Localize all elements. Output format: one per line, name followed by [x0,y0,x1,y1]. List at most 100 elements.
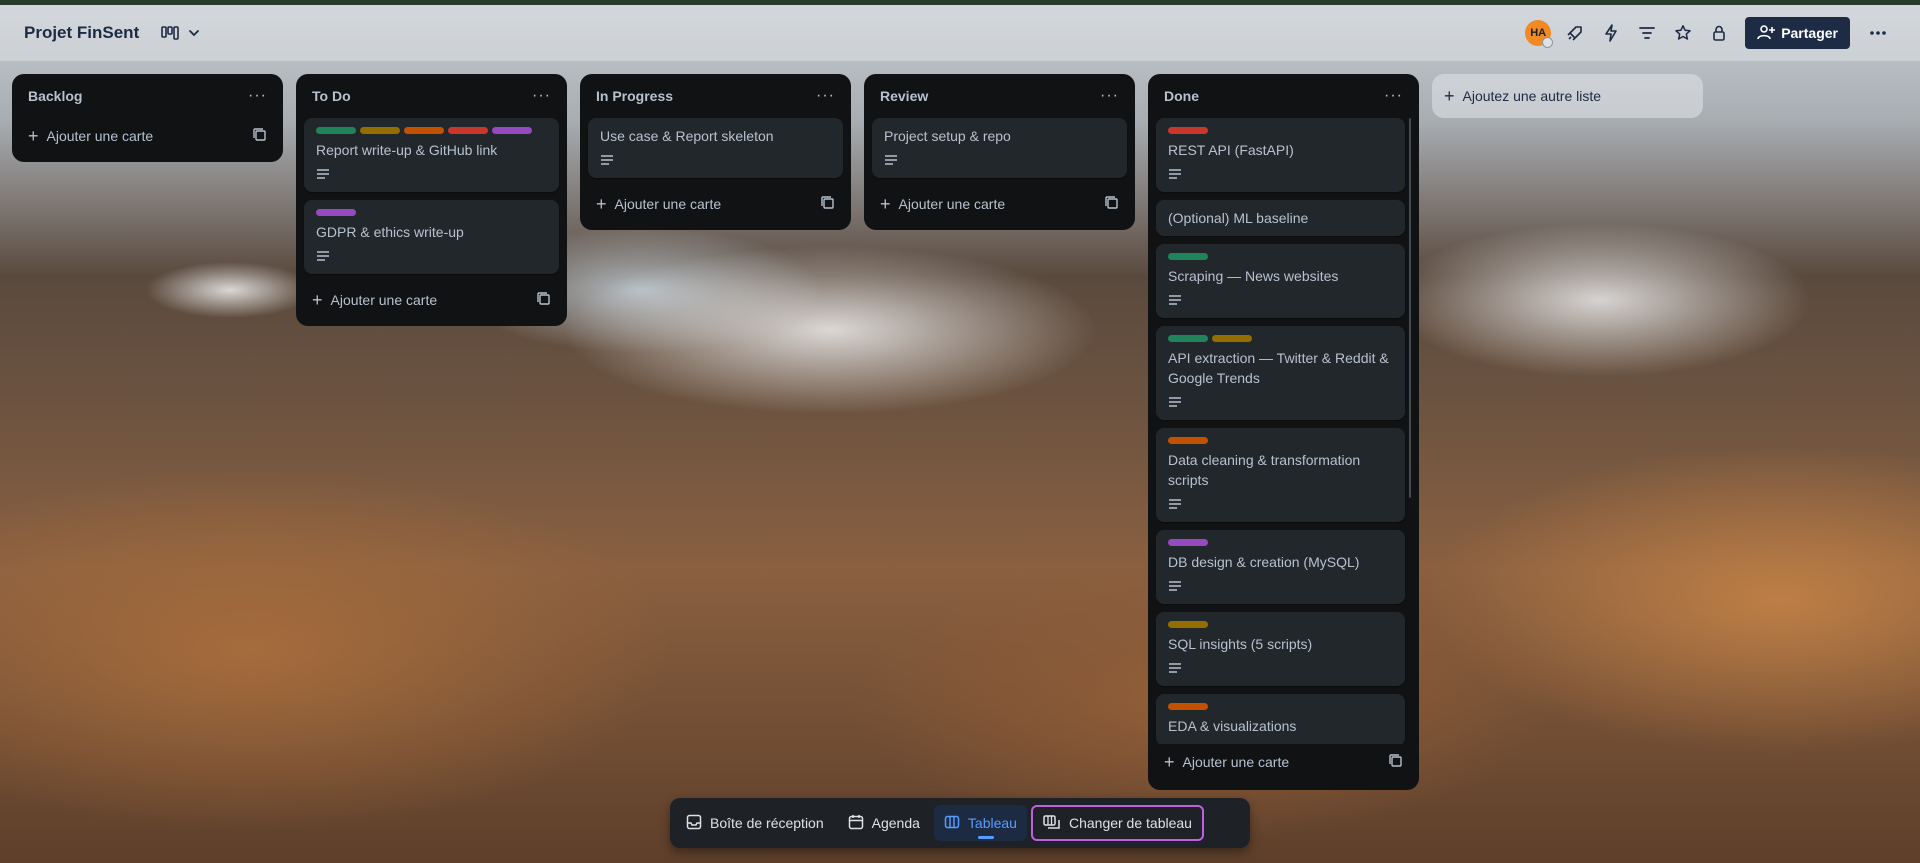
board-title[interactable]: Projet FinSent [24,23,139,43]
card-labels [316,209,547,216]
card-template-icon[interactable] [537,291,551,309]
add-card-button[interactable]: + Ajouter une carte [304,282,559,318]
inbox-icon [686,814,702,833]
card[interactable]: REST API (FastAPI) [1156,118,1405,192]
filter-icon[interactable] [1629,17,1665,49]
lock-icon[interactable] [1701,17,1737,49]
card-template-icon[interactable] [821,195,835,213]
list-title[interactable]: To Do [312,88,351,104]
card-labels [1168,621,1393,628]
card[interactable]: Scraping — News websites [1156,244,1405,318]
description-icon [316,248,547,264]
nav-planner[interactable]: Agenda [838,805,930,841]
nav-switch-board[interactable]: Changer de tableau [1030,805,1204,841]
plus-icon: + [596,194,607,214]
plus-icon: + [28,126,39,146]
description-icon [1168,578,1393,594]
list-done: Done ··· REST API (FastAPI) (Optional) M… [1148,74,1419,790]
share-button[interactable]: Partager [1745,17,1850,49]
add-card-button[interactable]: + Ajouter une carte [872,186,1127,222]
card-labels [1168,127,1393,134]
card-template-icon[interactable] [253,127,267,145]
label-red[interactable] [1168,127,1208,134]
label-purple[interactable] [1168,539,1208,546]
nav-board[interactable]: Tableau [933,805,1027,841]
label-orange[interactable] [1168,703,1208,710]
add-list-button[interactable]: + Ajoutez une autre liste [1432,74,1703,118]
card-title: (Optional) ML baseline [1168,210,1309,226]
card[interactable]: Data cleaning & transformation scripts [1156,428,1405,522]
share-label: Partager [1781,25,1838,41]
description-icon [600,152,831,168]
board-icon [944,814,960,833]
board-header: Projet FinSent HA Partager [0,5,1920,61]
card-template-icon[interactable] [1389,753,1403,771]
card[interactable]: SQL insights (5 scripts) [1156,612,1405,686]
card[interactable]: GDPR & ethics write-up [304,200,559,274]
more-icon[interactable] [1860,17,1896,49]
view-switcher[interactable] [161,26,201,40]
star-icon[interactable] [1665,17,1701,49]
ellipsis-icon[interactable]: ··· [816,87,835,105]
list-title[interactable]: Review [880,88,928,104]
plus-icon: + [1444,85,1455,106]
label-purple[interactable] [492,127,532,134]
card-title: Data cleaning & transformation scripts [1168,452,1361,488]
card-title: API extraction — Twitter & Reddit & Goog… [1168,350,1389,386]
card-title: Project setup & repo [884,128,1011,144]
label-purple[interactable] [316,209,356,216]
nav-inbox-label: Boîte de réception [710,815,824,831]
card-title: GDPR & ethics write-up [316,224,464,240]
description-icon [316,166,547,182]
card-title: EDA & visualizations [1168,718,1297,734]
label-yellow[interactable] [1212,335,1252,342]
plus-icon: + [880,194,891,214]
nav-inbox[interactable]: Boîte de réception [676,805,834,841]
label-orange[interactable] [404,127,444,134]
card-labels [1168,703,1393,710]
list-header: Done ··· [1156,74,1411,118]
scrollbar[interactable] [1409,118,1411,498]
card[interactable]: Project setup & repo [872,118,1127,178]
card[interactable]: API extraction — Twitter & Reddit & Goog… [1156,326,1405,420]
list-title[interactable]: Done [1164,88,1199,104]
add-card-label: Ajouter une carte [330,292,438,308]
calendar-icon [848,814,864,833]
ellipsis-icon[interactable]: ··· [248,87,267,105]
list-in-progress: In Progress ··· Use case & Report skelet… [580,74,851,230]
card[interactable]: DB design & creation (MySQL) [1156,530,1405,604]
description-icon [1168,496,1393,512]
card-template-icon[interactable] [1105,195,1119,213]
card[interactable]: (Optional) ML baseline [1156,200,1405,236]
label-red[interactable] [448,127,488,134]
label-green[interactable] [316,127,356,134]
lightning-icon[interactable] [1593,17,1629,49]
label-green[interactable] [1168,253,1208,260]
label-green[interactable] [1168,335,1208,342]
avatar[interactable]: HA [1525,20,1554,48]
card[interactable]: EDA & visualizations [1156,694,1405,744]
header-actions: HA Partager [1525,17,1896,49]
chevron-down-icon [187,26,201,40]
ellipsis-icon[interactable]: ··· [1100,87,1119,105]
label-orange[interactable] [1168,437,1208,444]
add-card-label: Ajouter une carte [898,196,1006,212]
description-icon [1168,166,1393,182]
label-yellow[interactable] [1168,621,1208,628]
list-title[interactable]: Backlog [28,88,82,104]
add-card-button[interactable]: + Ajouter une carte [1156,744,1411,780]
card-list[interactable]: REST API (FastAPI) (Optional) ML baselin… [1156,118,1411,744]
list-title[interactable]: In Progress [596,88,673,104]
ellipsis-icon[interactable]: ··· [1384,87,1403,105]
add-card-button[interactable]: + Ajouter une carte [20,118,275,154]
card[interactable]: Use case & Report skeleton [588,118,843,178]
ellipsis-icon[interactable]: ··· [532,87,551,105]
card[interactable]: Report write-up & GitHub link [304,118,559,192]
bottom-nav: Boîte de réception Agenda Tableau Change… [670,798,1250,848]
card-title: REST API (FastAPI) [1168,142,1294,158]
card-title: Report write-up & GitHub link [316,142,498,158]
label-yellow[interactable] [360,127,400,134]
card-labels [1168,437,1393,444]
rocket-icon[interactable] [1557,17,1593,49]
add-card-button[interactable]: + Ajouter une carte [588,186,843,222]
